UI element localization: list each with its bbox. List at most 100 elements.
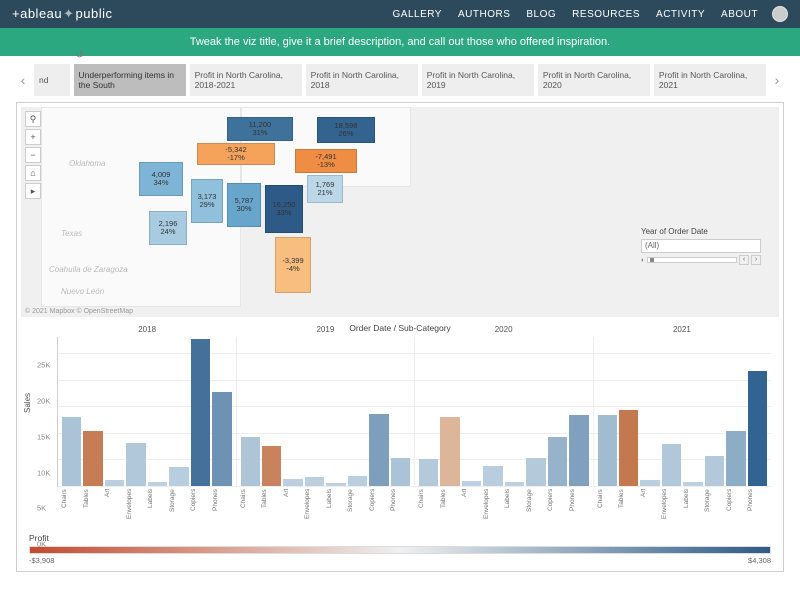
story-prev-button[interactable]: ‹ (16, 72, 30, 88)
x-tick-label: Envelopes (483, 489, 503, 519)
map-home-button[interactable]: ⌂ (25, 165, 41, 181)
bar-mark[interactable] (419, 459, 438, 486)
state-mark[interactable]: 3,17329% (191, 179, 223, 223)
story-tab-nc-2018[interactable]: Profit in North Carolina, 2018 (306, 64, 418, 96)
user-avatar[interactable] (772, 6, 788, 22)
story-tab-fragment[interactable]: nd (34, 64, 70, 96)
slider-next-button[interactable]: › (751, 255, 761, 265)
nav-activity[interactable]: ACTIVITY (656, 9, 705, 20)
bar-mark[interactable] (683, 482, 702, 486)
top-bar: +ableau✦public GALLERY AUTHORS BLOG RESO… (0, 0, 800, 28)
bar-mark[interactable] (148, 482, 167, 486)
state-mark[interactable]: -5,342-17% (197, 143, 275, 165)
map-zoom-out-button[interactable]: − (25, 147, 41, 163)
bar-mark[interactable] (483, 466, 502, 486)
profit-legend: Profit -$3,908 $4,308 (21, 529, 779, 567)
bar-mark[interactable] (62, 417, 81, 486)
bar-mark[interactable] (105, 480, 124, 486)
state-mark[interactable]: -7,491-13% (295, 149, 357, 173)
bar-mark[interactable] (598, 415, 617, 486)
map-play-button[interactable]: ▸ (25, 183, 41, 199)
slider-prev-button[interactable]: ‹ (739, 255, 749, 265)
bar-mark[interactable] (191, 339, 210, 486)
state-mark[interactable]: 2,19624% (149, 211, 187, 245)
story-tab-nc-2021[interactable]: Profit in North Carolina, 2021 (654, 64, 766, 96)
x-tick-label: Labels (504, 489, 524, 519)
x-tick-label: Tables (618, 489, 638, 519)
bar-mark[interactable] (462, 481, 481, 486)
legend-title: Profit (29, 533, 771, 543)
map-zoom-in-button[interactable]: + (25, 129, 41, 145)
x-tick-label: Art (283, 489, 303, 519)
bar-mark[interactable] (126, 443, 145, 486)
bar-mark[interactable] (619, 410, 638, 486)
bar-mark[interactable] (526, 458, 545, 486)
story-tab-nc-2019[interactable]: Profit in North Carolina, 2019 (422, 64, 534, 96)
bar-mark[interactable] (241, 437, 260, 486)
x-axis-categories: ChairsTablesArtEnvelopesLabelsStorageCop… (57, 489, 771, 519)
bar-mark[interactable] (83, 431, 102, 486)
nav-gallery[interactable]: GALLERY (393, 9, 442, 20)
story-tab-nc-all[interactable]: Profit in North Carolina, 2018-2021 (190, 64, 302, 96)
story-navigation-row: ‹ nd ↺ Underperforming items in the Sout… (16, 64, 784, 96)
nav-authors[interactable]: AUTHORS (458, 9, 510, 20)
map-search-button[interactable]: ⚲ (25, 111, 41, 127)
legend-max-label: $4,308 (748, 556, 771, 565)
x-tick-label: Labels (326, 489, 346, 519)
bar-mark[interactable] (262, 446, 281, 486)
x-tick-label: Phones (390, 489, 410, 519)
bar-mark[interactable] (548, 437, 567, 486)
bar-mark[interactable] (348, 476, 367, 486)
year-header: 2020 (415, 325, 593, 334)
bar-mark[interactable] (326, 483, 345, 486)
revert-icon[interactable]: ↺ (76, 50, 84, 62)
year-filter-slider[interactable] (647, 257, 737, 263)
bar-mark[interactable] (369, 414, 388, 486)
nav-resources[interactable]: RESOURCES (572, 9, 640, 20)
state-mark[interactable]: 1,76921% (307, 175, 343, 203)
x-tick-label: Art (104, 489, 124, 519)
state-mark[interactable]: -3,399-4% (275, 237, 311, 293)
state-mark[interactable]: 18,59826% (317, 117, 375, 143)
bar-mark[interactable] (169, 467, 188, 486)
story-next-button[interactable]: › (770, 72, 784, 88)
bar-mark[interactable] (505, 482, 524, 486)
x-tick-label: Chairs (240, 489, 260, 519)
top-navigation: GALLERY AUTHORS BLOG RESOURCES ACTIVITY … (393, 9, 758, 20)
brand-logo[interactable]: +ableau✦public (12, 6, 113, 22)
bar-mark[interactable] (705, 456, 724, 486)
bar-mark[interactable] (305, 477, 324, 486)
bar-mark[interactable] (662, 444, 681, 486)
bar-mark[interactable] (640, 480, 659, 486)
x-tick-label: Art (461, 489, 481, 519)
bar-mark[interactable] (440, 417, 459, 486)
y-axis-label: Sales (23, 393, 32, 413)
bar-mark[interactable] (748, 371, 767, 486)
story-tab-nc-2020[interactable]: Profit in North Carolina, 2020 (538, 64, 650, 96)
map-view[interactable]: ⚲ + − ⌂ ▸ 4,00934% 2,19624%3,17329%5,7873… (21, 107, 779, 317)
story-tab-underperforming[interactable]: ↺ Underperforming items in the South (74, 64, 186, 96)
nav-blog[interactable]: BLOG (526, 9, 556, 20)
x-tick-label: Envelopes (126, 489, 146, 519)
state-mark[interactable]: 11,20031% (227, 117, 293, 141)
nav-about[interactable]: ABOUT (721, 9, 758, 20)
x-tick-label: Copiers (726, 489, 746, 519)
bar-chart[interactable]: Order Date / Sub-Category Sales 20182019… (21, 323, 779, 523)
x-tick-label: Phones (212, 489, 232, 519)
map-toolbar: ⚲ + − ⌂ ▸ (25, 111, 41, 199)
y-tick-label: 15K (37, 432, 50, 441)
filter-title: Year of Order Date (641, 227, 761, 236)
brand-text-b: public (76, 6, 113, 21)
state-mark[interactable]: 5,78730% (227, 183, 261, 227)
x-tick-label: Storage (704, 489, 724, 519)
bar-mark[interactable] (391, 458, 410, 486)
x-tick-label: Copiers (547, 489, 567, 519)
bar-mark[interactable] (212, 392, 231, 486)
bar-mark[interactable] (283, 479, 302, 486)
state-mark[interactable]: 4,00934% (139, 162, 183, 196)
year-filter-select[interactable]: (All) (641, 239, 761, 253)
x-tick-label: Phones (569, 489, 589, 519)
bar-mark[interactable] (569, 415, 588, 486)
bar-mark[interactable] (726, 431, 745, 486)
state-mark[interactable]: 16,25033% (265, 185, 303, 233)
